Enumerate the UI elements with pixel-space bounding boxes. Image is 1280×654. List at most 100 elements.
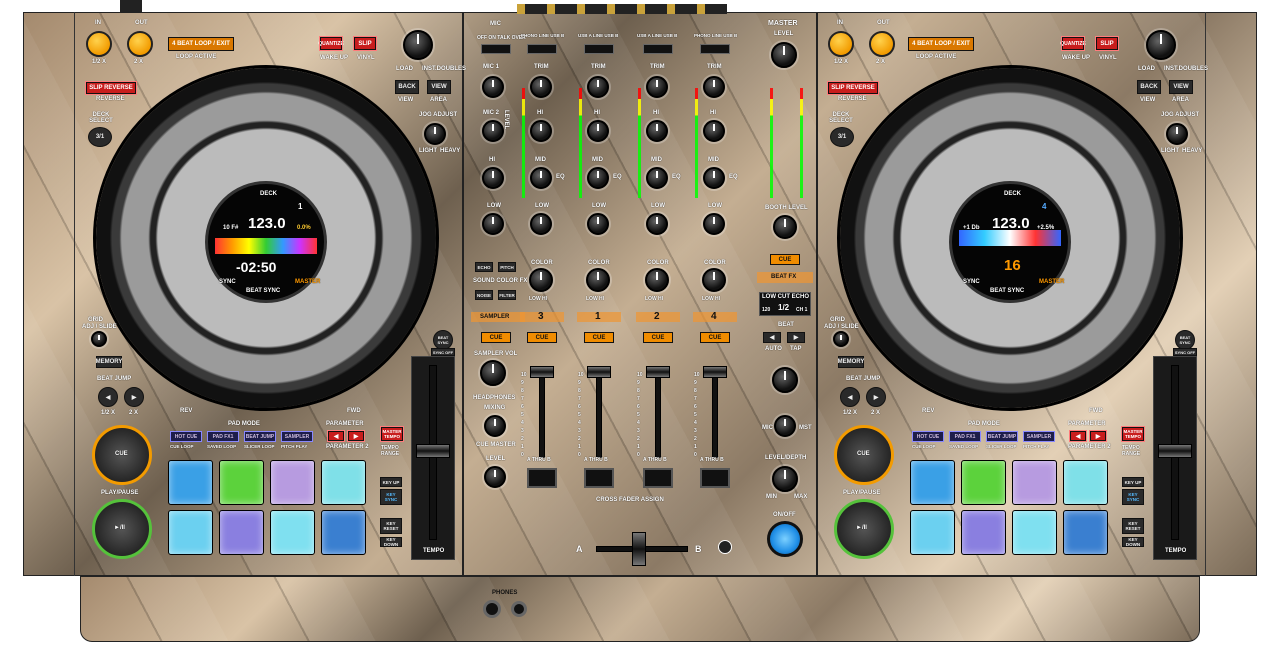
- loop-out-button[interactable]: [127, 31, 153, 57]
- loop-out-button[interactable]: [869, 31, 895, 57]
- color-knob[interactable]: [702, 268, 726, 292]
- sampler-cue-button[interactable]: CUE: [481, 332, 511, 343]
- quantize-button[interactable]: QUANTIZE: [1060, 36, 1086, 51]
- pad-mode-button[interactable]: PAD FX1: [949, 431, 981, 442]
- slip-reverse-button[interactable]: SLIP REVERSE: [85, 81, 137, 95]
- performance-pad[interactable]: [1063, 510, 1108, 555]
- phones-jack-small[interactable]: [511, 601, 527, 617]
- eq-mid-knob[interactable]: [530, 167, 552, 189]
- browse-knob[interactable]: [1146, 30, 1176, 60]
- channel-input-switch[interactable]: [527, 44, 557, 54]
- trim-knob[interactable]: [703, 76, 725, 98]
- browse-knob[interactable]: [403, 30, 433, 60]
- channel-cue-button[interactable]: CUE: [700, 332, 730, 343]
- beat-right-button[interactable]: ▶: [787, 332, 805, 343]
- color-knob[interactable]: [529, 268, 553, 292]
- tempo-fader-handle[interactable]: [1158, 444, 1192, 458]
- view-button[interactable]: VIEW: [427, 80, 451, 94]
- mic1-level-knob[interactable]: [482, 76, 504, 98]
- beat-jump-left[interactable]: ◀: [840, 387, 860, 407]
- back-button[interactable]: BACK: [1137, 80, 1161, 94]
- performance-pad[interactable]: [219, 460, 264, 505]
- key-reset-button[interactable]: KEY RESET: [380, 518, 402, 534]
- color-knob[interactable]: [645, 268, 669, 292]
- performance-pad[interactable]: [219, 510, 264, 555]
- trim-knob[interactable]: [646, 76, 668, 98]
- key-sync-button[interactable]: KEY SYNC: [380, 489, 402, 505]
- booth-level-knob[interactable]: [773, 215, 797, 239]
- sync-off-button[interactable]: SYNC OFF: [1173, 348, 1197, 356]
- mic-low-knob[interactable]: [482, 213, 504, 235]
- deck-select-button[interactable]: 3/1: [830, 127, 854, 147]
- eq-hi-knob[interactable]: [703, 120, 725, 142]
- pad-mode-button[interactable]: PAD FX1: [207, 431, 239, 442]
- mic2-level-knob[interactable]: [482, 120, 504, 142]
- scfx-pitch-button[interactable]: PITCH: [498, 262, 516, 272]
- scfx-echo-button[interactable]: ECHO: [475, 262, 493, 272]
- eq-low-knob[interactable]: [587, 213, 609, 235]
- slip-button[interactable]: SLIP: [1095, 36, 1119, 51]
- loop-in-button[interactable]: [86, 31, 112, 57]
- fx-on-off-button[interactable]: [767, 521, 803, 557]
- slip-button[interactable]: SLIP: [353, 36, 377, 51]
- param-right-button[interactable]: ▶: [1089, 430, 1107, 442]
- key-up-button[interactable]: KEY UP: [1122, 477, 1144, 487]
- key-down-button[interactable]: KEY DOWN: [1122, 537, 1144, 547]
- scfx-filter-button[interactable]: FILTER: [498, 290, 516, 300]
- master-tempo-button[interactable]: MASTER TEMPO: [1121, 426, 1145, 442]
- key-up-button[interactable]: KEY UP: [380, 477, 402, 487]
- level-depth-knob[interactable]: [772, 466, 798, 492]
- beat-jump-left[interactable]: ◀: [98, 387, 118, 407]
- master-tempo-button[interactable]: MASTER TEMPO: [380, 426, 404, 442]
- performance-pad[interactable]: [910, 510, 955, 555]
- crossfader-assign-switch[interactable]: [527, 468, 557, 488]
- trim-knob[interactable]: [587, 76, 609, 98]
- eq-hi-knob[interactable]: [646, 120, 668, 142]
- master-level-knob[interactable]: [771, 42, 797, 68]
- color-knob[interactable]: [586, 268, 610, 292]
- pad-mode-button[interactable]: SAMPLER: [1023, 431, 1055, 442]
- param-right-button[interactable]: ▶: [347, 430, 365, 442]
- grid-knob[interactable]: [833, 331, 849, 347]
- phones-jack-large[interactable]: [483, 600, 501, 618]
- memory-button[interactable]: MEMORY: [838, 356, 864, 368]
- performance-pad[interactable]: [961, 460, 1006, 505]
- slip-reverse-button[interactable]: SLIP REVERSE: [827, 81, 879, 95]
- crossfader-assign-switch[interactable]: [643, 468, 673, 488]
- pad-mode-button[interactable]: HOT CUE: [170, 431, 202, 442]
- beat-loop-button[interactable]: 4 BEAT LOOP / EXIT: [908, 37, 974, 51]
- channel-fader-handle[interactable]: [530, 366, 554, 378]
- eq-mid-knob[interactable]: [587, 167, 609, 189]
- crossfader-assign-switch[interactable]: [584, 468, 614, 488]
- view-button[interactable]: VIEW: [1169, 80, 1193, 94]
- beat-jump-right[interactable]: ▶: [124, 387, 144, 407]
- performance-pad[interactable]: [1012, 460, 1057, 505]
- scfx-noise-button[interactable]: NOISE: [475, 290, 493, 300]
- mic-hi-knob[interactable]: [482, 167, 504, 189]
- key-sync-button[interactable]: KEY SYNC: [1122, 489, 1144, 505]
- performance-pad[interactable]: [168, 460, 213, 505]
- performance-pad[interactable]: [910, 460, 955, 505]
- loop-in-button[interactable]: [828, 31, 854, 57]
- key-down-button[interactable]: KEY DOWN: [380, 537, 402, 547]
- jog-adjust-knob[interactable]: [1166, 123, 1188, 145]
- pad-mode-button[interactable]: HOT CUE: [912, 431, 944, 442]
- channel-fader-handle[interactable]: [646, 366, 670, 378]
- eq-low-knob[interactable]: [530, 213, 552, 235]
- beat-sync-button[interactable]: BEAT SYNC: [433, 330, 453, 350]
- eq-hi-knob[interactable]: [587, 120, 609, 142]
- beat-sync-button[interactable]: BEAT SYNC: [1175, 330, 1195, 350]
- eq-mid-knob[interactable]: [646, 167, 668, 189]
- key-reset-button[interactable]: KEY RESET: [1122, 518, 1144, 534]
- channel-cue-button[interactable]: CUE: [643, 332, 673, 343]
- trim-knob[interactable]: [530, 76, 552, 98]
- eq-hi-knob[interactable]: [530, 120, 552, 142]
- crossfader-handle[interactable]: [632, 532, 646, 566]
- performance-pad[interactable]: [1012, 510, 1057, 555]
- eq-mid-knob[interactable]: [703, 167, 725, 189]
- back-button[interactable]: BACK: [395, 80, 419, 94]
- beat-loop-button[interactable]: 4 BEAT LOOP / EXIT: [168, 37, 234, 51]
- crossfader-assign-switch[interactable]: [700, 468, 730, 488]
- hp-level-knob[interactable]: [484, 466, 506, 488]
- sampler-vol-knob[interactable]: [480, 360, 506, 386]
